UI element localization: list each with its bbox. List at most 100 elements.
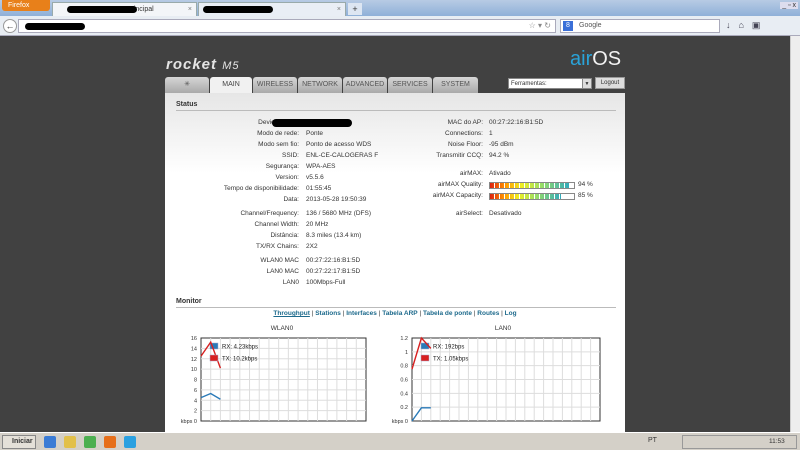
window-controls[interactable]: _ ▫ x — [780, 2, 798, 9]
close-tab-icon[interactable]: × — [337, 3, 341, 16]
search-input[interactable]: 8 Google — [560, 19, 720, 33]
status-value: 2X2 — [306, 243, 318, 250]
status-label: Channel Width: — [254, 221, 299, 228]
status-value: 00:27:22:16:B1:5D — [306, 257, 361, 264]
status-label: Noise Floor: — [447, 141, 483, 148]
status-label: airSelect: — [455, 210, 483, 217]
y-tick-label: 8 — [194, 378, 197, 384]
logout-button[interactable]: Logout — [595, 77, 625, 89]
tools-select[interactable]: Ferramentas: ▼ — [508, 78, 592, 89]
chrome-icon[interactable] — [84, 436, 96, 448]
status-label: Channel/Frequency: — [240, 210, 299, 217]
ie-icon[interactable] — [44, 436, 56, 448]
browser-tab-active[interactable]: ...Principal × — [52, 2, 197, 16]
scrollbar[interactable] — [790, 36, 800, 432]
status-label: Segurança: — [265, 163, 299, 170]
y-tick-label: 6 — [194, 388, 197, 394]
link-log[interactable]: Log — [505, 310, 517, 317]
y-tick-label: kbps 0 — [392, 419, 408, 425]
navigation-toolbar: ← ☆ ▾ ↻ 8 Google ↓⌂▣ — [0, 16, 800, 36]
url-input[interactable]: ☆ ▾ ↻ — [18, 19, 556, 33]
status-value: Ativado — [489, 170, 511, 177]
legend-label: RX: 4.23kbps — [222, 345, 258, 351]
brand-os: OS — [592, 48, 622, 70]
legend-label: TX: 1.05kbps — [433, 357, 468, 363]
brand-air: air — [570, 48, 593, 70]
toolbar-icons[interactable]: ↓⌂▣ — [726, 20, 768, 31]
y-tick-label: 0.8 — [400, 364, 408, 370]
y-tick-label: 2 — [194, 409, 197, 415]
status-label: LAN0 — [282, 279, 299, 286]
close-tab-icon[interactable]: × — [188, 3, 192, 16]
status-label: LAN0 MAC — [266, 268, 299, 275]
tab-system[interactable]: SYSTEM — [433, 77, 478, 93]
status-value: -95 dBm — [489, 141, 514, 148]
airmax-meter — [489, 193, 575, 200]
airmax-meter — [489, 182, 575, 189]
status-label: airMAX Quality: — [437, 181, 483, 188]
tab-main[interactable]: MAIN — [210, 77, 252, 94]
status-heading: Status — [176, 101, 616, 111]
logo-text: rocket — [166, 56, 218, 73]
status-value: 20 MHz — [306, 221, 329, 228]
legend-label: RX: 192bps — [433, 345, 464, 351]
status-label: airMAX Capacity: — [432, 192, 483, 199]
tab-ubnt-logo[interactable]: ✳ — [165, 77, 209, 93]
status-label: TX/RX Chains: — [256, 243, 299, 250]
status-value: 100Mbps-Full — [306, 279, 346, 286]
link-bridge-table[interactable]: Tabela de ponte — [423, 310, 472, 317]
tab-network[interactable]: NETWORK — [298, 77, 342, 93]
tab-services[interactable]: SERVICES — [388, 77, 432, 93]
back-icon[interactable]: ← — [3, 19, 17, 33]
status-value: v5.5.6 — [306, 174, 324, 181]
status-value: Ponto de acesso WDS — [306, 141, 372, 148]
link-arp-table[interactable]: Tabela ARP — [382, 310, 417, 317]
chart-title-wlan0: WLAN0 — [270, 325, 294, 332]
new-tab-button[interactable]: + — [348, 3, 362, 15]
y-tick-label: 0.4 — [400, 391, 408, 397]
separator: | — [419, 310, 422, 317]
firefox-icon[interactable] — [104, 436, 116, 448]
logo-model: M5 — [222, 60, 240, 72]
status-label: Connections: — [445, 130, 483, 137]
throughput-charts: kbps 0 2 4 6 8 10 12 14 16 RX: 4.23kbps TX: 10.2kb… — [181, 336, 601, 425]
start-button[interactable]: Iniciar — [2, 435, 36, 449]
legend-swatch-tx — [209, 354, 219, 362]
status-label: Version: — [275, 174, 300, 181]
link-throughput[interactable]: Throughput — [273, 310, 309, 317]
status-value: WPA-AES — [306, 163, 336, 170]
monitor-heading: Monitor — [176, 298, 616, 308]
status-value: 01:55:45 — [306, 185, 332, 192]
y-tick-label: 14 — [191, 346, 197, 352]
monitor-links: Throughput | Stations | Interfaces | Tab… — [165, 310, 625, 317]
y-tick-label: 4 — [194, 398, 197, 404]
tab-advanced[interactable]: ADVANCED — [343, 77, 387, 93]
status-value: 136 / 5680 MHz (DFS) — [306, 210, 372, 217]
separator: | — [342, 310, 345, 317]
language-indicator[interactable]: PT — [648, 437, 657, 444]
status-value: 2013-05-28 19:50:39 — [306, 196, 367, 203]
bookmark-star-icon[interactable]: ☆ ▾ ↻ — [529, 21, 551, 30]
firefox-menu-button[interactable]: Firefox — [2, 0, 50, 11]
link-interfaces[interactable]: Interfaces — [346, 310, 377, 317]
status-value: 1 — [489, 130, 493, 137]
separator: | — [311, 310, 314, 317]
status-value: Desativado — [489, 210, 522, 217]
legend-swatch-tx — [420, 354, 430, 362]
skype-icon[interactable] — [124, 436, 136, 448]
y-tick-label: 10 — [191, 367, 197, 373]
browser-tab[interactable]: × — [198, 2, 346, 16]
tab-wireless[interactable]: WIRELESS — [253, 77, 297, 93]
y-tick-label: 16 — [191, 336, 197, 342]
separator: | — [378, 310, 381, 317]
link-routes[interactable]: Routes — [477, 310, 499, 317]
chart-title-lan0: LAN0 — [494, 325, 512, 332]
y-tick-label: 1 — [405, 350, 408, 356]
y-tick-label: 1.2 — [400, 336, 408, 342]
link-stations[interactable]: Stations — [315, 310, 341, 317]
status-value: Ponte — [306, 130, 323, 137]
status-value: 94.2 % — [489, 152, 510, 159]
rocket-logo: rocket M5 — [166, 56, 239, 73]
y-tick-label: kbps 0 — [181, 419, 197, 425]
folder-icon[interactable] — [64, 436, 76, 448]
